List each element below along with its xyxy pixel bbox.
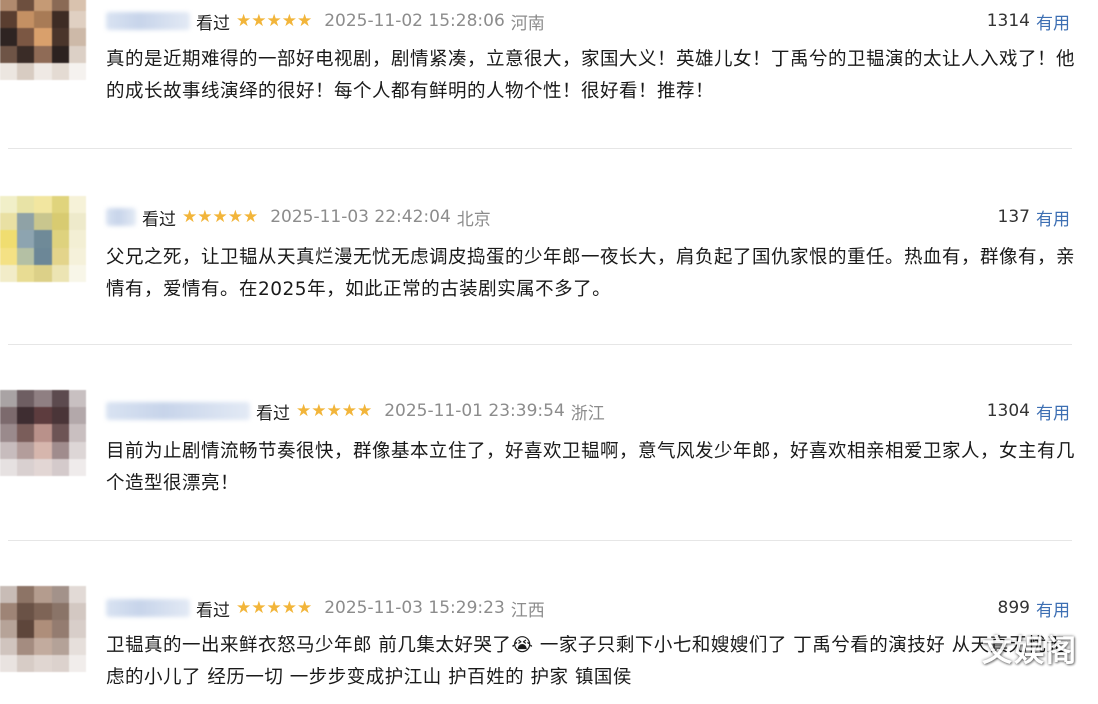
useful-count: 137: [997, 207, 1030, 227]
useful-vote[interactable]: 137 有用: [998, 204, 1070, 230]
username-blurred[interactable]: [106, 402, 250, 420]
review-region: 北京: [456, 209, 491, 230]
review-time: 2025-11-03 15:29:23: [324, 598, 505, 618]
star-rating: ★★★★★: [296, 401, 373, 421]
review-text: 目前为止剧情流畅节奏很快，群像基本立住了，好喜欢卫韫啊，意气风发少年郎，好喜欢相…: [106, 441, 1076, 494]
useful-button[interactable]: 有用: [1036, 399, 1070, 424]
review-time: 2025-11-03 22:42:04: [270, 207, 451, 227]
review-meta: 看过 ★★★★★ 2025-11-03 15:29:23 江西: [106, 595, 545, 621]
divider: [8, 344, 1072, 345]
divider: [8, 148, 1072, 149]
review-time: 2025-11-01 23:39:54: [384, 401, 565, 421]
watched-status: 看过: [142, 209, 176, 230]
review-text: 父兄之死，让卫韫从天真烂漫无忧无虑调皮捣蛋的少年郎一夜长大，肩负起了国仇家恨的重…: [106, 247, 1076, 300]
review-meta: 看过 ★★★★★ 2025-11-01 23:39:54 浙江: [106, 398, 605, 424]
watched-status: 看过: [196, 13, 230, 34]
avatar[interactable]: [0, 390, 86, 476]
useful-count: 1314: [986, 11, 1030, 31]
review-region: 浙江: [570, 403, 605, 424]
review-text: 真的是近期难得的一部好电视剧，剧情紧凑，立意很大，家国大义！英雄儿女！丁禹兮的卫…: [106, 49, 1076, 102]
review-text: 卫韫真的一出来鲜衣怒马少年郎 前几集太好哭了😭 一家子只剩下小七和嫂嫂们了 丁禹…: [106, 635, 1066, 688]
review-region: 江西: [510, 600, 545, 621]
star-rating: ★★★★★: [182, 207, 259, 227]
useful-vote[interactable]: 1304 有用: [987, 398, 1070, 424]
watched-status: 看过: [256, 403, 290, 424]
username-blurred[interactable]: [106, 208, 136, 226]
useful-count: 1304: [986, 401, 1030, 421]
useful-button[interactable]: 有用: [1036, 9, 1070, 34]
username-blurred[interactable]: [106, 12, 190, 30]
star-rating: ★★★★★: [236, 11, 313, 31]
avatar[interactable]: [0, 0, 86, 80]
review-meta: 看过 ★★★★★ 2025-11-03 22:42:04 北京: [106, 204, 491, 230]
useful-vote[interactable]: 899 有用: [998, 595, 1070, 621]
useful-button[interactable]: 有用: [1036, 596, 1070, 621]
useful-button[interactable]: 有用: [1036, 205, 1070, 230]
review-time: 2025-11-02 15:28:06: [324, 11, 505, 31]
star-rating: ★★★★★: [236, 598, 313, 618]
review-region: 河南: [510, 13, 545, 34]
avatar[interactable]: [0, 586, 86, 672]
useful-count: 899: [997, 598, 1030, 618]
username-blurred[interactable]: [106, 599, 190, 617]
avatar[interactable]: [0, 196, 86, 282]
useful-vote[interactable]: 1314 有用: [987, 8, 1070, 34]
watched-status: 看过: [196, 600, 230, 621]
review-meta: 看过 ★★★★★ 2025-11-02 15:28:06 河南: [106, 8, 545, 34]
divider: [8, 540, 1072, 541]
watermark: 文娱阁: [982, 634, 1078, 669]
